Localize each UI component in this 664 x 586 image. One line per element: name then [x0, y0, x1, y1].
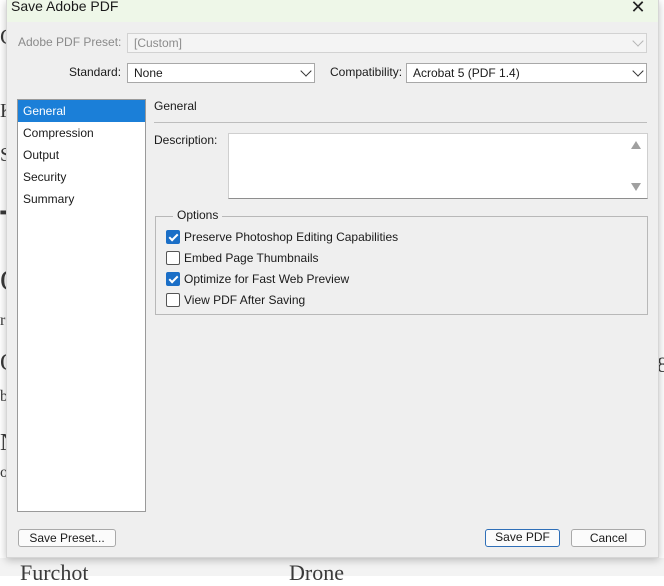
checkbox-checked-icon[interactable] — [166, 272, 180, 286]
save-pdf-button[interactable]: Save PDF — [485, 529, 560, 547]
save-pdf-dialog: Save Adobe PDF ✕ Adobe PDF Preset: [Cust… — [6, 0, 659, 558]
standard-value: None — [134, 66, 163, 80]
checkbox-unchecked-icon[interactable] — [166, 251, 180, 265]
option-label: Optimize for Fast Web Preview — [184, 272, 350, 286]
category-list: General Compression Output Security Summ… — [17, 99, 146, 512]
option-label: Preserve Photoshop Editing Capabilities — [184, 230, 399, 244]
compatibility-value: Acrobat 5 (PDF 1.4) — [413, 66, 520, 80]
compatibility-dropdown[interactable]: Acrobat 5 (PDF 1.4) — [406, 63, 647, 83]
scroll-down-icon[interactable] — [631, 183, 641, 191]
close-button[interactable]: ✕ — [628, 0, 648, 17]
cancel-button[interactable]: Cancel — [571, 529, 646, 547]
chevron-down-icon — [632, 65, 644, 77]
bg-fragment: r — [0, 312, 6, 329]
sidebar-item-general[interactable]: General — [18, 100, 145, 122]
option-label: Embed Page Thumbnails — [184, 251, 319, 265]
chevron-down-icon — [632, 35, 644, 47]
section-divider — [154, 122, 647, 123]
preset-dropdown: [Custom] — [127, 33, 647, 53]
option-label: View PDF After Saving — [184, 293, 306, 307]
sidebar-item-output[interactable]: Output — [18, 144, 145, 166]
preset-label: Adobe PDF Preset: — [18, 35, 122, 49]
chevron-down-icon — [300, 65, 312, 77]
scroll-up-icon[interactable] — [631, 141, 641, 149]
standard-label: Standard: — [69, 65, 122, 79]
compatibility-label: Compatibility: — [330, 65, 403, 79]
save-preset-button[interactable]: Save Preset... — [18, 529, 116, 547]
description-label: Description: — [154, 133, 218, 147]
dialog-title: Save Adobe PDF — [11, 0, 119, 14]
checkbox-checked-icon[interactable] — [166, 230, 180, 244]
options-legend: Options — [173, 208, 223, 222]
sidebar-item-summary[interactable]: Summary — [18, 188, 145, 210]
bg-text-bottom-left: Furchot — [20, 560, 89, 585]
section-title: General — [154, 99, 197, 113]
sidebar-item-compression[interactable]: Compression — [18, 122, 145, 144]
preset-value: [Custom] — [134, 36, 183, 50]
description-textarea[interactable] — [228, 133, 648, 199]
checkbox-unchecked-icon[interactable] — [166, 293, 180, 307]
bg-text-bottom-mid: Drone — [289, 560, 344, 585]
standard-dropdown[interactable]: None — [127, 63, 315, 83]
title-bar[interactable]: Save Adobe PDF ✕ — [7, 0, 658, 22]
sidebar-item-security[interactable]: Security — [18, 166, 145, 188]
